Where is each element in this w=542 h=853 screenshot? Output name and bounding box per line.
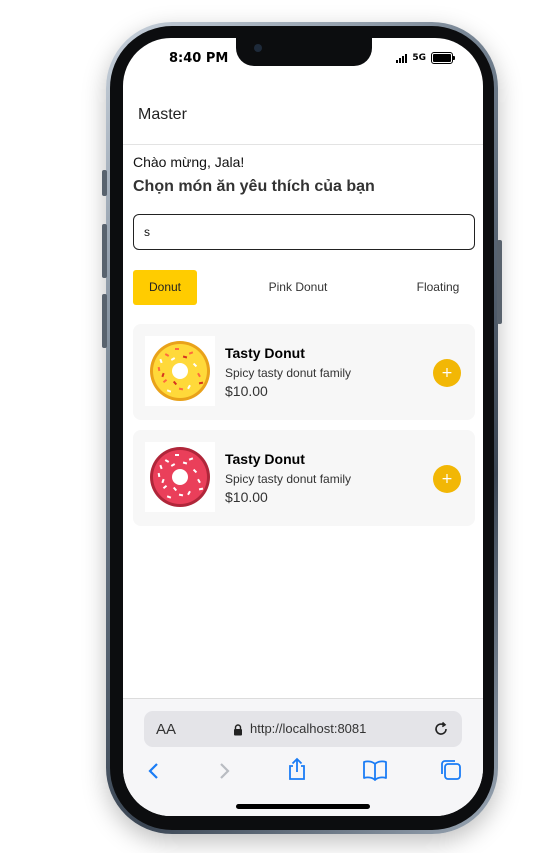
power-button (497, 240, 502, 324)
product-image (145, 442, 215, 512)
product-name: Tasty Donut (225, 451, 305, 467)
pink-donut-icon (150, 447, 210, 507)
tab-floating[interactable]: Floating (408, 270, 468, 305)
tab-pink-donut-label: Pink Donut (268, 280, 328, 294)
status-indicators: 5G (396, 52, 455, 64)
product-card[interactable]: Tasty Donut Spicy tasty donut family $10… (133, 430, 475, 526)
forward-icon[interactable] (215, 761, 233, 781)
add-to-cart-button[interactable]: + (433, 359, 461, 387)
phone-screen: 8:40 PM 5G Master Chào mừng, Jala! Chọn … (123, 38, 483, 816)
tab-donut-label: Donut (148, 280, 182, 294)
greeting-text: Chào mừng, Jala! (133, 154, 245, 170)
tab-pink-donut[interactable]: Pink Donut (253, 270, 343, 305)
tab-floating-label: Floating (416, 280, 460, 294)
mute-switch (102, 170, 107, 196)
reload-icon[interactable] (432, 720, 450, 738)
product-card[interactable]: Tasty Donut Spicy tasty donut family $10… (133, 324, 475, 420)
camera-icon (254, 44, 262, 52)
add-to-cart-button[interactable]: + (433, 465, 461, 493)
signal-icon (396, 53, 408, 63)
bookmarks-icon[interactable] (362, 759, 388, 781)
product-price: $10.00 (225, 489, 268, 505)
product-description: Spicy tasty donut family (225, 366, 352, 380)
text-size-button[interactable]: AA (156, 721, 176, 738)
lock-icon (234, 724, 242, 736)
product-description: Spicy tasty donut family (225, 472, 352, 486)
volume-down-button (102, 294, 107, 348)
browser-toolbar: AA http://localhost:8081 (123, 698, 483, 816)
product-price: $10.00 (225, 383, 268, 399)
volume-up-button (102, 224, 107, 278)
search-input[interactable] (133, 214, 475, 250)
app-header: Master (123, 96, 483, 145)
network-label: 5G (412, 53, 426, 63)
product-name: Tasty Donut (225, 345, 305, 361)
product-image (145, 336, 215, 406)
address-bar[interactable]: AA http://localhost:8081 (144, 711, 462, 747)
yellow-donut-icon (150, 341, 210, 401)
share-icon[interactable] (286, 757, 308, 781)
app-title: Master (138, 106, 187, 123)
notch (236, 38, 372, 66)
home-indicator (236, 804, 370, 809)
status-time: 8:40 PM (169, 51, 229, 66)
tab-donut[interactable]: Donut (133, 270, 197, 305)
tabs-icon[interactable] (439, 758, 463, 782)
back-icon[interactable] (145, 761, 163, 781)
page-subtitle: Chọn món ăn yêu thích của bạn (133, 178, 375, 195)
battery-icon (431, 52, 455, 64)
url-text: http://localhost:8081 (250, 721, 367, 736)
